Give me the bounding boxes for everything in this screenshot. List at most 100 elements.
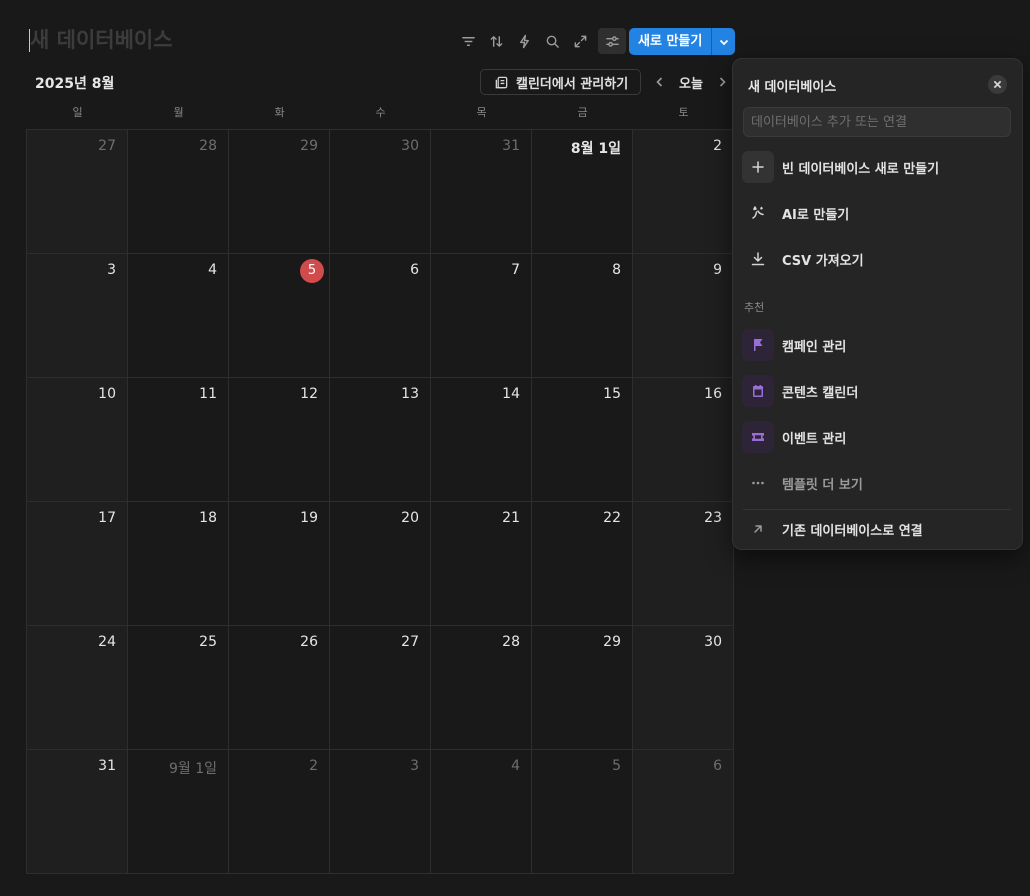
- calendar-day-cell[interactable]: 31: [431, 130, 532, 254]
- expand-icon: [574, 35, 586, 47]
- calendar-day-cell[interactable]: 13: [330, 378, 431, 502]
- panel-title: 새 데이터베이스: [748, 80, 837, 95]
- new-dropdown-button[interactable]: [711, 28, 735, 55]
- item-label: 기존 데이터베이스로 연결: [782, 523, 923, 539]
- calendar-day-cell[interactable]: 15: [532, 378, 633, 502]
- calendar-day-cell[interactable]: 22: [532, 502, 633, 626]
- automation-icon: [519, 34, 529, 48]
- day-number: 2: [713, 138, 722, 154]
- prev-month-button[interactable]: [653, 74, 667, 90]
- sort-button[interactable]: [484, 28, 508, 54]
- day-number: 9월 1일: [168, 761, 217, 777]
- ai-create-item[interactable]: AI로 만들기: [742, 197, 1012, 229]
- day-number: 28: [199, 138, 217, 154]
- new-button-group: 새로 만들기: [629, 28, 736, 55]
- calendar-day-cell[interactable]: 31: [27, 750, 128, 874]
- search-button[interactable]: [540, 28, 564, 54]
- manage-button-label: 캘린더에서 관리하기: [516, 76, 629, 92]
- day-number: 23: [704, 510, 722, 526]
- calendar-day-cell[interactable]: 11: [128, 378, 229, 502]
- calendar-day-cell[interactable]: 19: [229, 502, 330, 626]
- link-existing-item[interactable]: 기존 데이터베이스로 연결: [742, 513, 1012, 545]
- new-empty-database-item[interactable]: 빈 데이터베이스 새로 만들기: [742, 151, 1012, 183]
- next-month-button[interactable]: [715, 74, 729, 90]
- calendar-day-cell[interactable]: 8: [532, 254, 633, 378]
- weekday-label: 목: [476, 106, 487, 119]
- item-label: 빈 데이터베이스 새로 만들기: [782, 161, 940, 177]
- calendar-day-cell[interactable]: 2: [633, 130, 734, 254]
- calendar-day-cell[interactable]: 27: [330, 626, 431, 750]
- filter-button[interactable]: [456, 28, 480, 54]
- calendar-day-cell[interactable]: 10: [27, 378, 128, 502]
- calendar-day-cell[interactable]: 3: [27, 254, 128, 378]
- automation-button[interactable]: [512, 28, 536, 54]
- day-number: 4: [208, 262, 217, 278]
- database-title[interactable]: 새 데이터베이스: [30, 26, 173, 54]
- calendar-day-cell[interactable]: 12: [229, 378, 330, 502]
- calendar-day-cell[interactable]: 27: [27, 130, 128, 254]
- month-label: 2025년 8월: [35, 76, 115, 92]
- calendar-day-cell[interactable]: 20: [330, 502, 431, 626]
- item-label: CSV 가져오기: [782, 253, 864, 269]
- more-dots-icon: [742, 467, 774, 499]
- panel-divider: [743, 509, 1011, 510]
- calendar-day-cell[interactable]: 8월 1일: [532, 130, 633, 254]
- today-button[interactable]: 오늘: [679, 73, 703, 92]
- search-icon: [546, 35, 559, 48]
- calendar-day-cell[interactable]: 16: [633, 378, 734, 502]
- settings-button[interactable]: [598, 28, 626, 54]
- day-number: 9: [713, 262, 722, 278]
- day-number: 10: [98, 386, 116, 402]
- database-search-input[interactable]: [743, 107, 1011, 137]
- calendar-day-cell[interactable]: 24: [27, 626, 128, 750]
- calendar-day-cell[interactable]: 25: [128, 626, 229, 750]
- calendar-day-cell[interactable]: 23: [633, 502, 734, 626]
- calendar-grid: 27 28 29 30 31 8월 1일 2 3 4 5 6 7 8 9 10 11 12 13 14 15 16 17 1…: [26, 129, 734, 874]
- calendar-day-cell[interactable]: 17: [27, 502, 128, 626]
- template-event-item[interactable]: 이벤트 관리: [742, 421, 1012, 453]
- calendar-day-cell[interactable]: 4: [128, 254, 229, 378]
- calendar-day-cell[interactable]: 6: [330, 254, 431, 378]
- day-number: 16: [704, 386, 722, 402]
- calendar-day-cell[interactable]: 9월 1일: [128, 750, 229, 874]
- calendar-day-cell[interactable]: 29: [229, 130, 330, 254]
- day-number: 26: [300, 634, 318, 650]
- day-number: 13: [401, 386, 419, 402]
- more-templates-item[interactable]: 템플릿 더 보기: [742, 467, 1012, 499]
- expand-button[interactable]: [568, 28, 592, 54]
- calendar-day-cell[interactable]: 4: [431, 750, 532, 874]
- new-database-panel: 새 데이터베이스 빈 데이터베이스 새로 만들기 AI로 만들기 CSV 가져오…: [732, 58, 1023, 550]
- calendar-day-cell[interactable]: 2: [229, 750, 330, 874]
- manage-in-calendar-button[interactable]: 캘린더에서 관리하기: [480, 69, 641, 95]
- calendar-day-cell[interactable]: 6: [633, 750, 734, 874]
- calendar-day-cell[interactable]: 9: [633, 254, 734, 378]
- day-number: 30: [704, 634, 722, 650]
- template-campaign-item[interactable]: 캠페인 관리: [742, 329, 1012, 361]
- close-button[interactable]: [988, 75, 1007, 94]
- calendar-day-cell[interactable]: 28: [128, 130, 229, 254]
- filter-icon: [461, 36, 475, 46]
- item-label: 콘텐츠 캘린더: [782, 385, 859, 401]
- new-button[interactable]: 새로 만들기: [629, 28, 711, 55]
- calendar-day-cell[interactable]: 29: [532, 626, 633, 750]
- template-content-calendar-item[interactable]: 콘텐츠 캘린더: [742, 375, 1012, 407]
- weekday-label: 화: [274, 106, 285, 119]
- calendar-day-cell[interactable]: 3: [330, 750, 431, 874]
- day-number: 18: [199, 510, 217, 526]
- calendar-day-cell[interactable]: 5: [532, 750, 633, 874]
- day-number: 27: [98, 138, 116, 154]
- day-number: 3: [107, 262, 116, 278]
- csv-import-item[interactable]: CSV 가져오기: [742, 243, 1012, 275]
- calendar-day-cell[interactable]: 28: [431, 626, 532, 750]
- calendar-day-cell[interactable]: 5: [229, 254, 330, 378]
- calendar-day-cell[interactable]: 21: [431, 502, 532, 626]
- calendar-day-cell[interactable]: 26: [229, 626, 330, 750]
- item-label: 템플릿 더 보기: [782, 477, 863, 493]
- calendar-day-cell[interactable]: 30: [330, 130, 431, 254]
- calendar-day-cell[interactable]: 30: [633, 626, 734, 750]
- calendar-day-cell[interactable]: 18: [128, 502, 229, 626]
- day-number: 25: [199, 634, 217, 650]
- calendar-day-cell[interactable]: 14: [431, 378, 532, 502]
- ticket-icon: [742, 421, 774, 453]
- calendar-day-cell[interactable]: 7: [431, 254, 532, 378]
